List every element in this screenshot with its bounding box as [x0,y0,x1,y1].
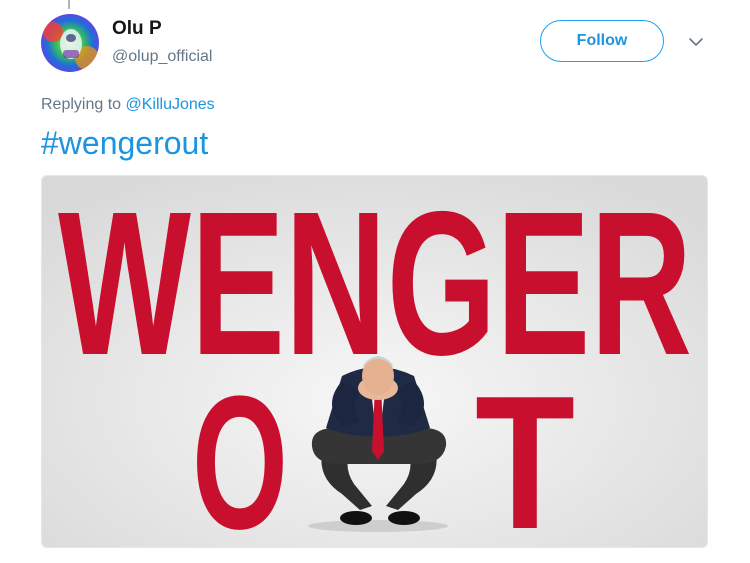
avatar-image [41,14,99,72]
follow-button[interactable]: Follow [540,20,664,62]
author-handle[interactable]: @olup_official [112,48,212,66]
replying-to-prefix: Replying to [41,96,122,113]
thread-connector-line [68,0,70,9]
chevron-down-icon[interactable] [684,30,708,54]
media-letter-o: O [192,357,288,548]
tweet-text: #wengerout [41,125,208,162]
author-display-name[interactable]: Olu P [112,18,162,40]
wenger-out-image: WENGER O T [42,176,707,548]
avatar[interactable] [41,14,99,72]
media-letter-t: T [475,357,575,548]
hashtag-link[interactable]: #wengerout [41,125,208,161]
replying-to-line: Replying to @KilluJones [41,96,215,114]
reply-mention-link[interactable]: @KilluJones [126,96,215,113]
tweet-media-image[interactable]: WENGER O T [41,175,708,548]
